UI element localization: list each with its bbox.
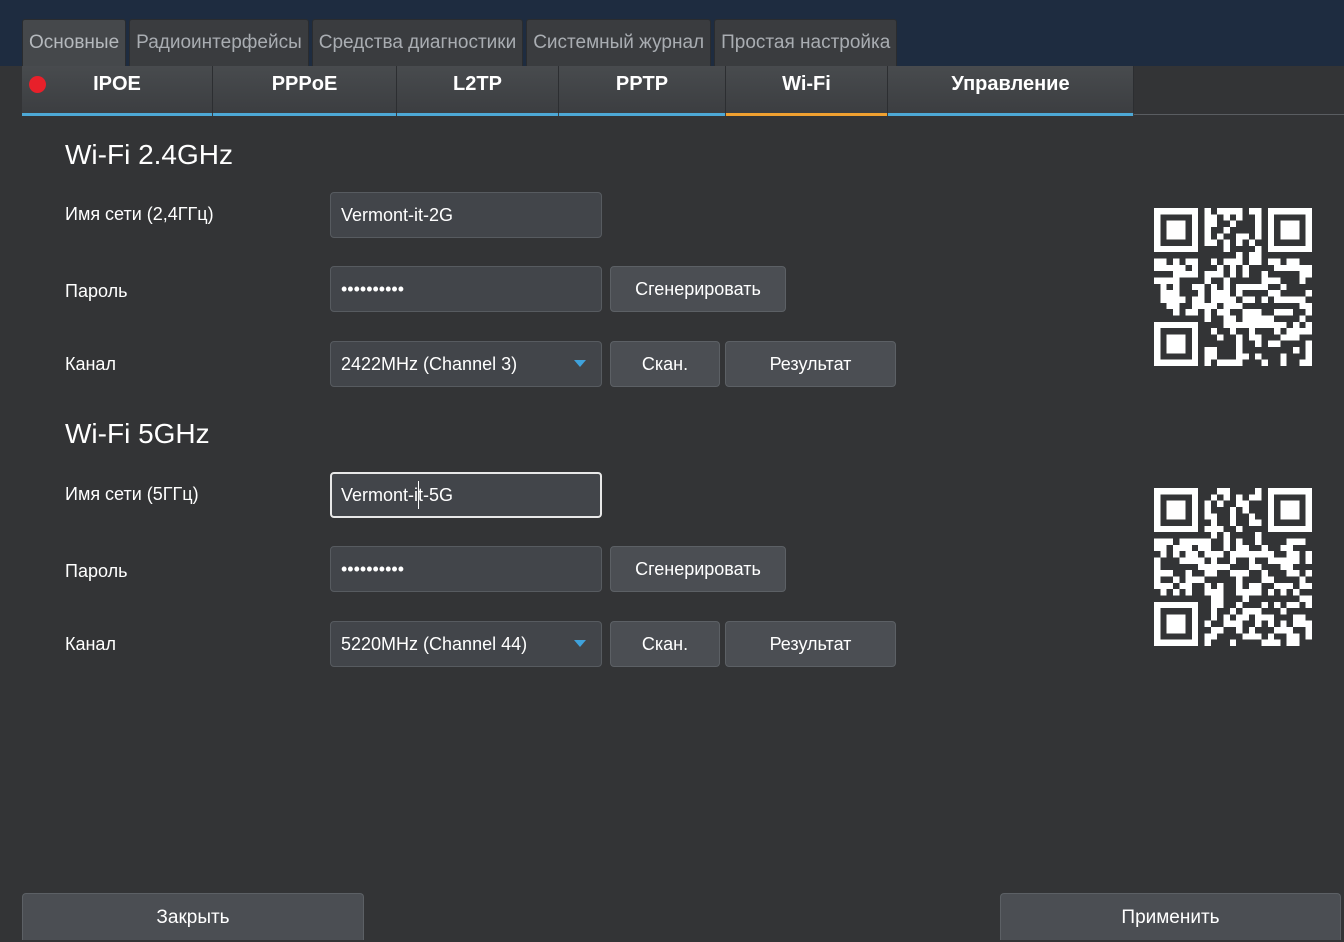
result-button-24[interactable]: Результат — [725, 341, 896, 387]
tab-easy-setup[interactable]: Простая настройка — [714, 19, 898, 66]
channel-select-24[interactable]: 2422MHz (Channel 3) — [330, 341, 602, 387]
generate-password-button-24[interactable]: Сгенерировать — [610, 266, 786, 312]
subtab-pptp[interactable]: PPTP — [559, 66, 726, 116]
red-dot-icon — [29, 76, 46, 93]
close-button[interactable]: Закрыть — [22, 893, 364, 940]
scan-button-5[interactable]: Скан. — [610, 621, 720, 667]
section-title-wifi24: Wi-Fi 2.4GHz — [65, 139, 233, 170]
ssid-label-24: Имя сети (2,4ГГц) — [65, 204, 214, 224]
chevron-down-icon[interactable] — [574, 360, 586, 367]
subtab-l2tp[interactable]: L2TP — [397, 66, 559, 116]
tab-main[interactable]: Основные — [22, 19, 127, 66]
text-caret — [418, 481, 419, 509]
channel-select-5[interactable]: 5220MHz (Channel 44) — [330, 621, 602, 667]
tab-system-log[interactable]: Системный журнал — [526, 19, 712, 66]
ssid-input-5[interactable]: Vermont-it-5G — [330, 472, 602, 518]
ssid-label-5: Имя сети (5ГГц) — [65, 484, 199, 504]
subtab-management[interactable]: Управление — [888, 66, 1134, 116]
qr-code-icon — [1154, 488, 1312, 646]
scan-button-24[interactable]: Скан. — [610, 341, 720, 387]
channel-label-5: Канал — [65, 634, 116, 654]
section-title-wifi5: Wi-Fi 5GHz — [65, 418, 210, 449]
password-label-24: Пароль — [65, 281, 128, 301]
sub-tabs: IPOE PPPoE L2TP PPTP Wi-Fi Управление — [22, 66, 1134, 116]
password-input-24[interactable]: •••••••••• — [330, 266, 602, 312]
subtab-pppoe[interactable]: PPPoE — [213, 66, 397, 116]
tab-radio-interfaces[interactable]: Радиоинтерфейсы — [129, 19, 309, 66]
chevron-down-icon[interactable] — [574, 640, 586, 647]
result-button-5[interactable]: Результат — [725, 621, 896, 667]
tab-diagnostics[interactable]: Средства диагностики — [311, 19, 524, 66]
password-input-5[interactable]: •••••••••• — [330, 546, 602, 592]
subtab-wifi[interactable]: Wi-Fi — [726, 66, 888, 116]
subtab-ipoe[interactable]: IPOE — [22, 66, 213, 116]
channel-label-24: Канал — [65, 354, 116, 374]
main-tabs: Основные Радиоинтерфейсы Средства диагно… — [22, 19, 898, 66]
apply-button[interactable]: Применить — [1000, 893, 1341, 940]
subtab-ipoe-label: IPOE — [93, 73, 141, 95]
qr-code-icon — [1154, 208, 1312, 366]
password-label-5: Пароль — [65, 561, 128, 581]
ssid-input-24[interactable]: Vermont-it-2G — [330, 192, 602, 238]
tab-divider — [1134, 114, 1344, 115]
generate-password-button-5[interactable]: Сгенерировать — [610, 546, 786, 592]
